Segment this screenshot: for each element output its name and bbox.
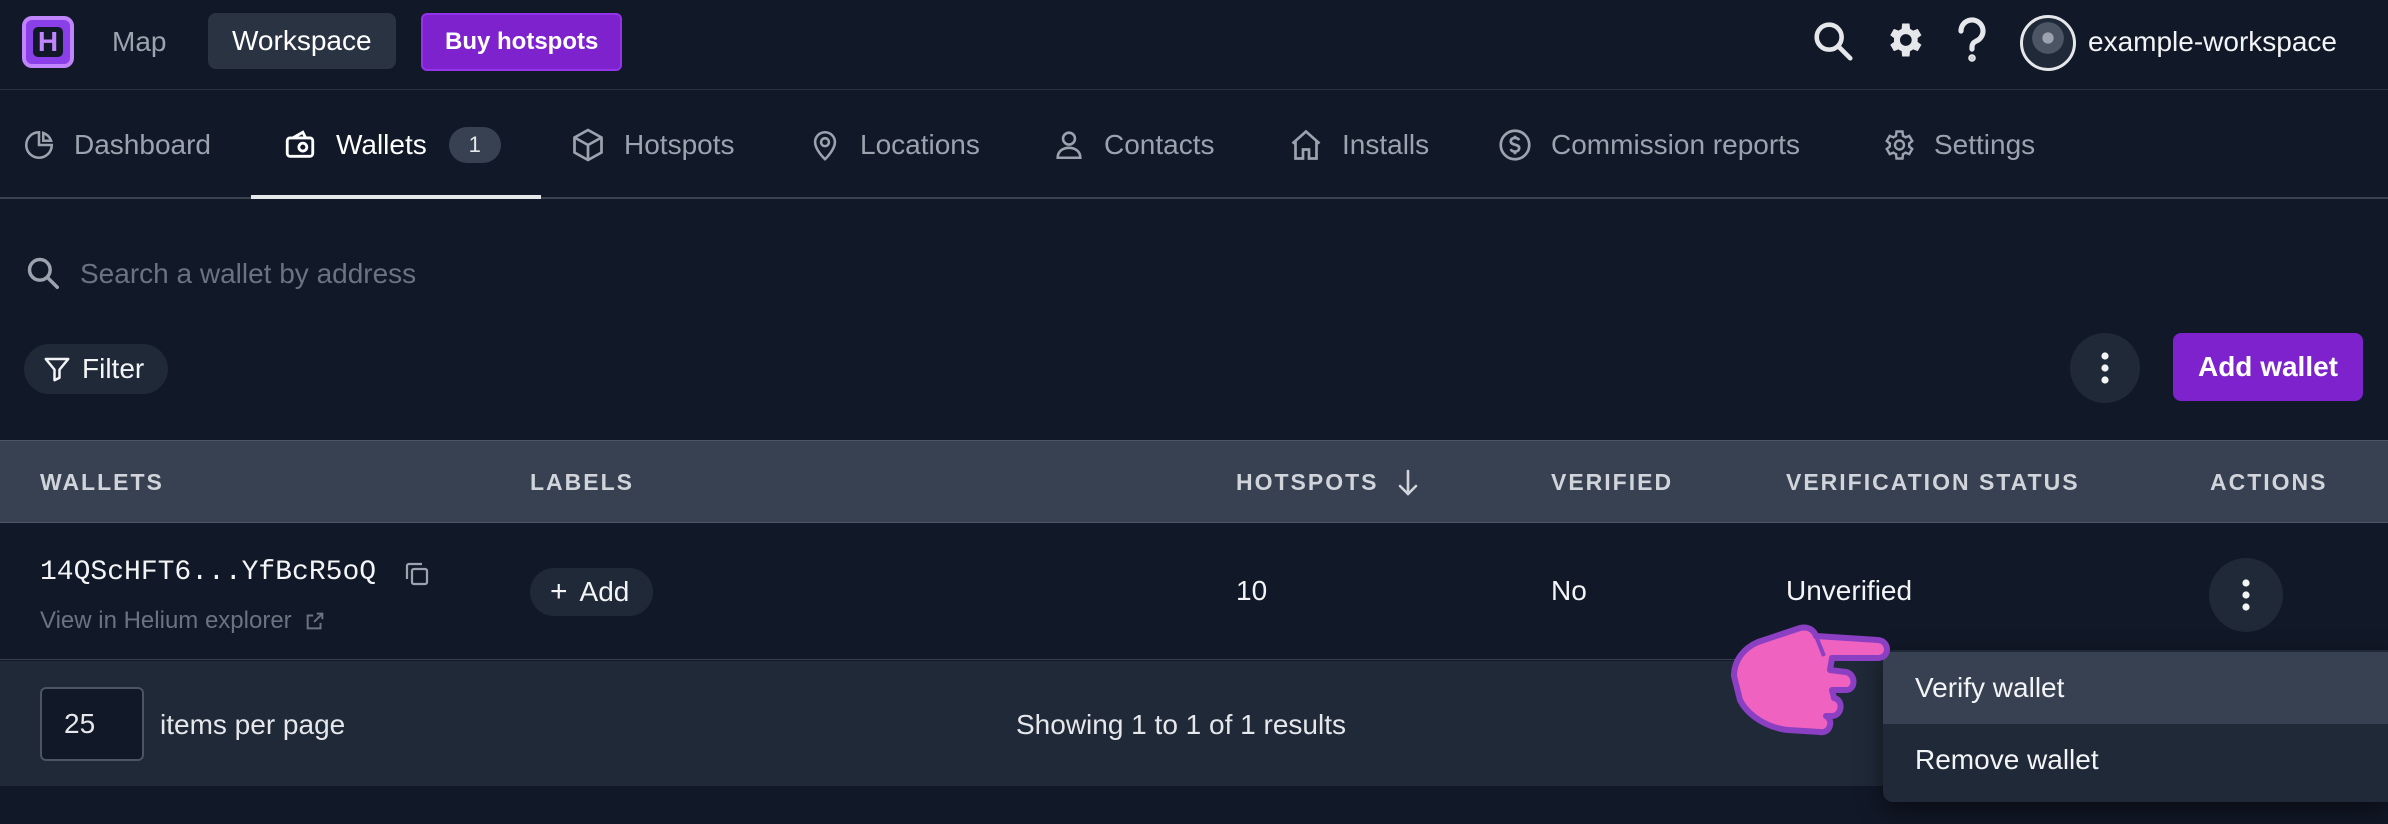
header-hotspots-label: HOTSPOTS (1236, 469, 1379, 495)
tab-settings[interactable]: Settings (1880, 90, 2035, 199)
wallet-address: 14QScHFT6...YfBcR5oQ (40, 557, 377, 588)
tab-contacts-label: Contacts (1104, 128, 1215, 160)
nav-map-link[interactable]: Map (112, 26, 166, 58)
logo-letter: H (33, 27, 63, 57)
more-options-button[interactable] (2070, 333, 2140, 403)
header-labels[interactable]: LABELS (530, 441, 634, 524)
row-actions-menu: Verify wallet Remove wallet (1883, 650, 2388, 802)
add-label-button[interactable]: + Add (530, 568, 654, 616)
header-hotspots[interactable]: HOTSPOTS (1236, 441, 1419, 524)
avatar[interactable] (2020, 15, 2076, 71)
filter-label: Filter (82, 353, 145, 384)
tab-wallets-badge: 1 (448, 126, 501, 163)
wallet-icon (285, 129, 315, 158)
filter-button[interactable]: Filter (24, 344, 169, 394)
tab-hotspots[interactable]: Hotspots (570, 90, 735, 199)
tab-wallets-label: Wallets (336, 128, 427, 160)
top-bar: H Map Workspace Buy hotspots example-wor… (0, 0, 2388, 90)
verification-status-value: Unverified (1786, 575, 1913, 606)
nav-workspace-link[interactable]: Workspace (208, 13, 396, 69)
active-tab-indicator (251, 195, 541, 199)
tab-dashboard-label: Dashboard (74, 128, 211, 160)
cube-icon (573, 127, 603, 162)
search-icon (24, 254, 62, 297)
gear-icon[interactable] (1882, 18, 1926, 67)
tab-locations[interactable]: Locations (808, 90, 980, 199)
header-verified[interactable]: VERIFIED (1551, 441, 1673, 524)
verified-value: No (1551, 575, 1587, 606)
filter-icon (44, 357, 70, 382)
home-icon (1291, 129, 1321, 160)
tab-commission-reports[interactable]: Commission reports (1497, 90, 1800, 199)
tab-hotspots-label: Hotspots (624, 128, 735, 160)
map-pin-icon (813, 130, 837, 161)
header-verification-status[interactable]: VERIFICATION STATUS (1786, 441, 2080, 524)
user-icon (1056, 130, 1082, 159)
workspace-name[interactable]: example-workspace (2088, 26, 2337, 58)
table-row: 14QScHFT6...YfBcR5oQ View in Helium expl… (0, 523, 2388, 660)
tab-contacts[interactable]: Contacts (1052, 90, 1215, 199)
tab-installs[interactable]: Installs (1288, 90, 1429, 199)
kebab-icon (2101, 352, 2109, 384)
helium-explorer-link[interactable]: View in Helium explorer (40, 607, 326, 635)
help-icon[interactable] (1954, 16, 1990, 69)
results-summary: Showing 1 to 1 of 1 results (1016, 709, 1346, 740)
row-actions-button[interactable] (2209, 558, 2283, 632)
tab-wallets[interactable]: Wallets 1 (282, 90, 501, 199)
add-label-text: Add (579, 576, 630, 607)
tab-locations-label: Locations (860, 128, 980, 160)
header-actions: ACTIONS (2210, 469, 2328, 495)
copy-icon[interactable] (402, 559, 432, 594)
external-link-icon (306, 612, 324, 630)
tab-settings-label: Settings (1934, 128, 2036, 160)
gear-icon (1885, 129, 1914, 160)
items-per-page-label: items per page (160, 709, 346, 740)
table-header: WALLETS LABELS HOTSPOTS VERIFIED VERIFIC… (0, 440, 2388, 523)
dollar-icon (1499, 128, 1531, 161)
buy-hotspots-button[interactable]: Buy hotspots (421, 13, 623, 71)
tab-installs-label: Installs (1342, 128, 1430, 160)
kebab-icon (2242, 579, 2250, 611)
remove-wallet-menu-item[interactable]: Remove wallet (1883, 724, 2388, 796)
pie-chart-icon (24, 130, 54, 159)
app-logo[interactable]: H (22, 16, 74, 68)
hotspots-count: 10 (1236, 575, 1268, 606)
pointing-hand-icon (1728, 620, 1898, 745)
sort-descending-icon (1398, 469, 1417, 495)
tab-commission-reports-label: Commission reports (1551, 128, 1800, 160)
add-wallet-button[interactable]: Add wallet (2173, 333, 2363, 401)
items-per-page-input[interactable] (40, 687, 144, 761)
header-wallets[interactable]: WALLETS (40, 441, 164, 524)
helium-explorer-link-label: View in Helium explorer (40, 607, 292, 634)
tab-dashboard[interactable]: Dashboard (22, 90, 211, 199)
search-icon[interactable] (1810, 18, 1856, 69)
verify-wallet-menu-item[interactable]: Verify wallet (1883, 652, 2388, 724)
tab-bar: Dashboard Wallets 1 Hotspots Locations C… (0, 90, 2388, 199)
plus-icon: + (550, 575, 568, 608)
wallet-search-input[interactable] (80, 252, 980, 296)
